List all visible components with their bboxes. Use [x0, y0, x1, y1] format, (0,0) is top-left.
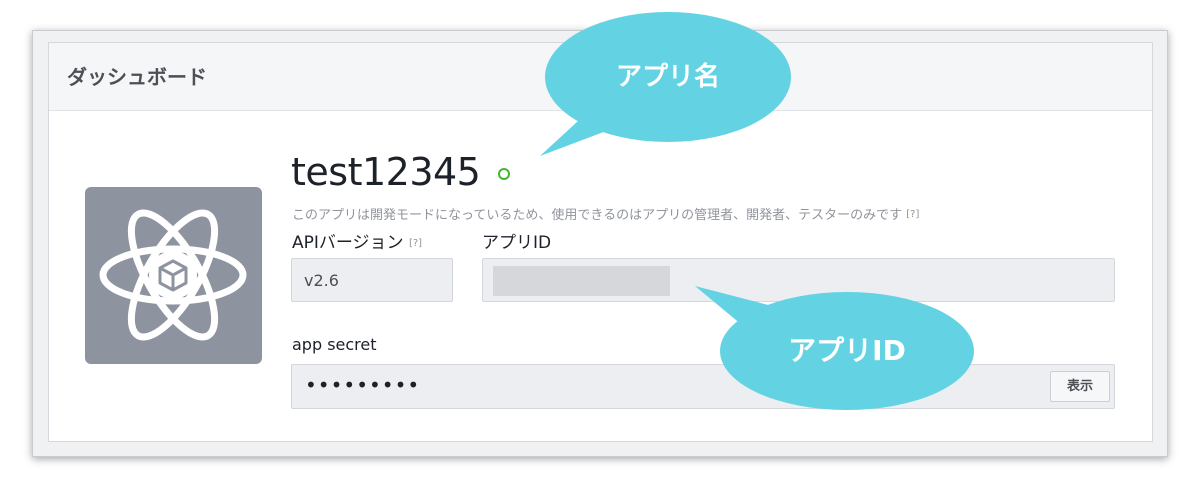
app-id-callout: アプリID [720, 292, 974, 410]
app-name-callout: アプリ名 [545, 12, 791, 142]
